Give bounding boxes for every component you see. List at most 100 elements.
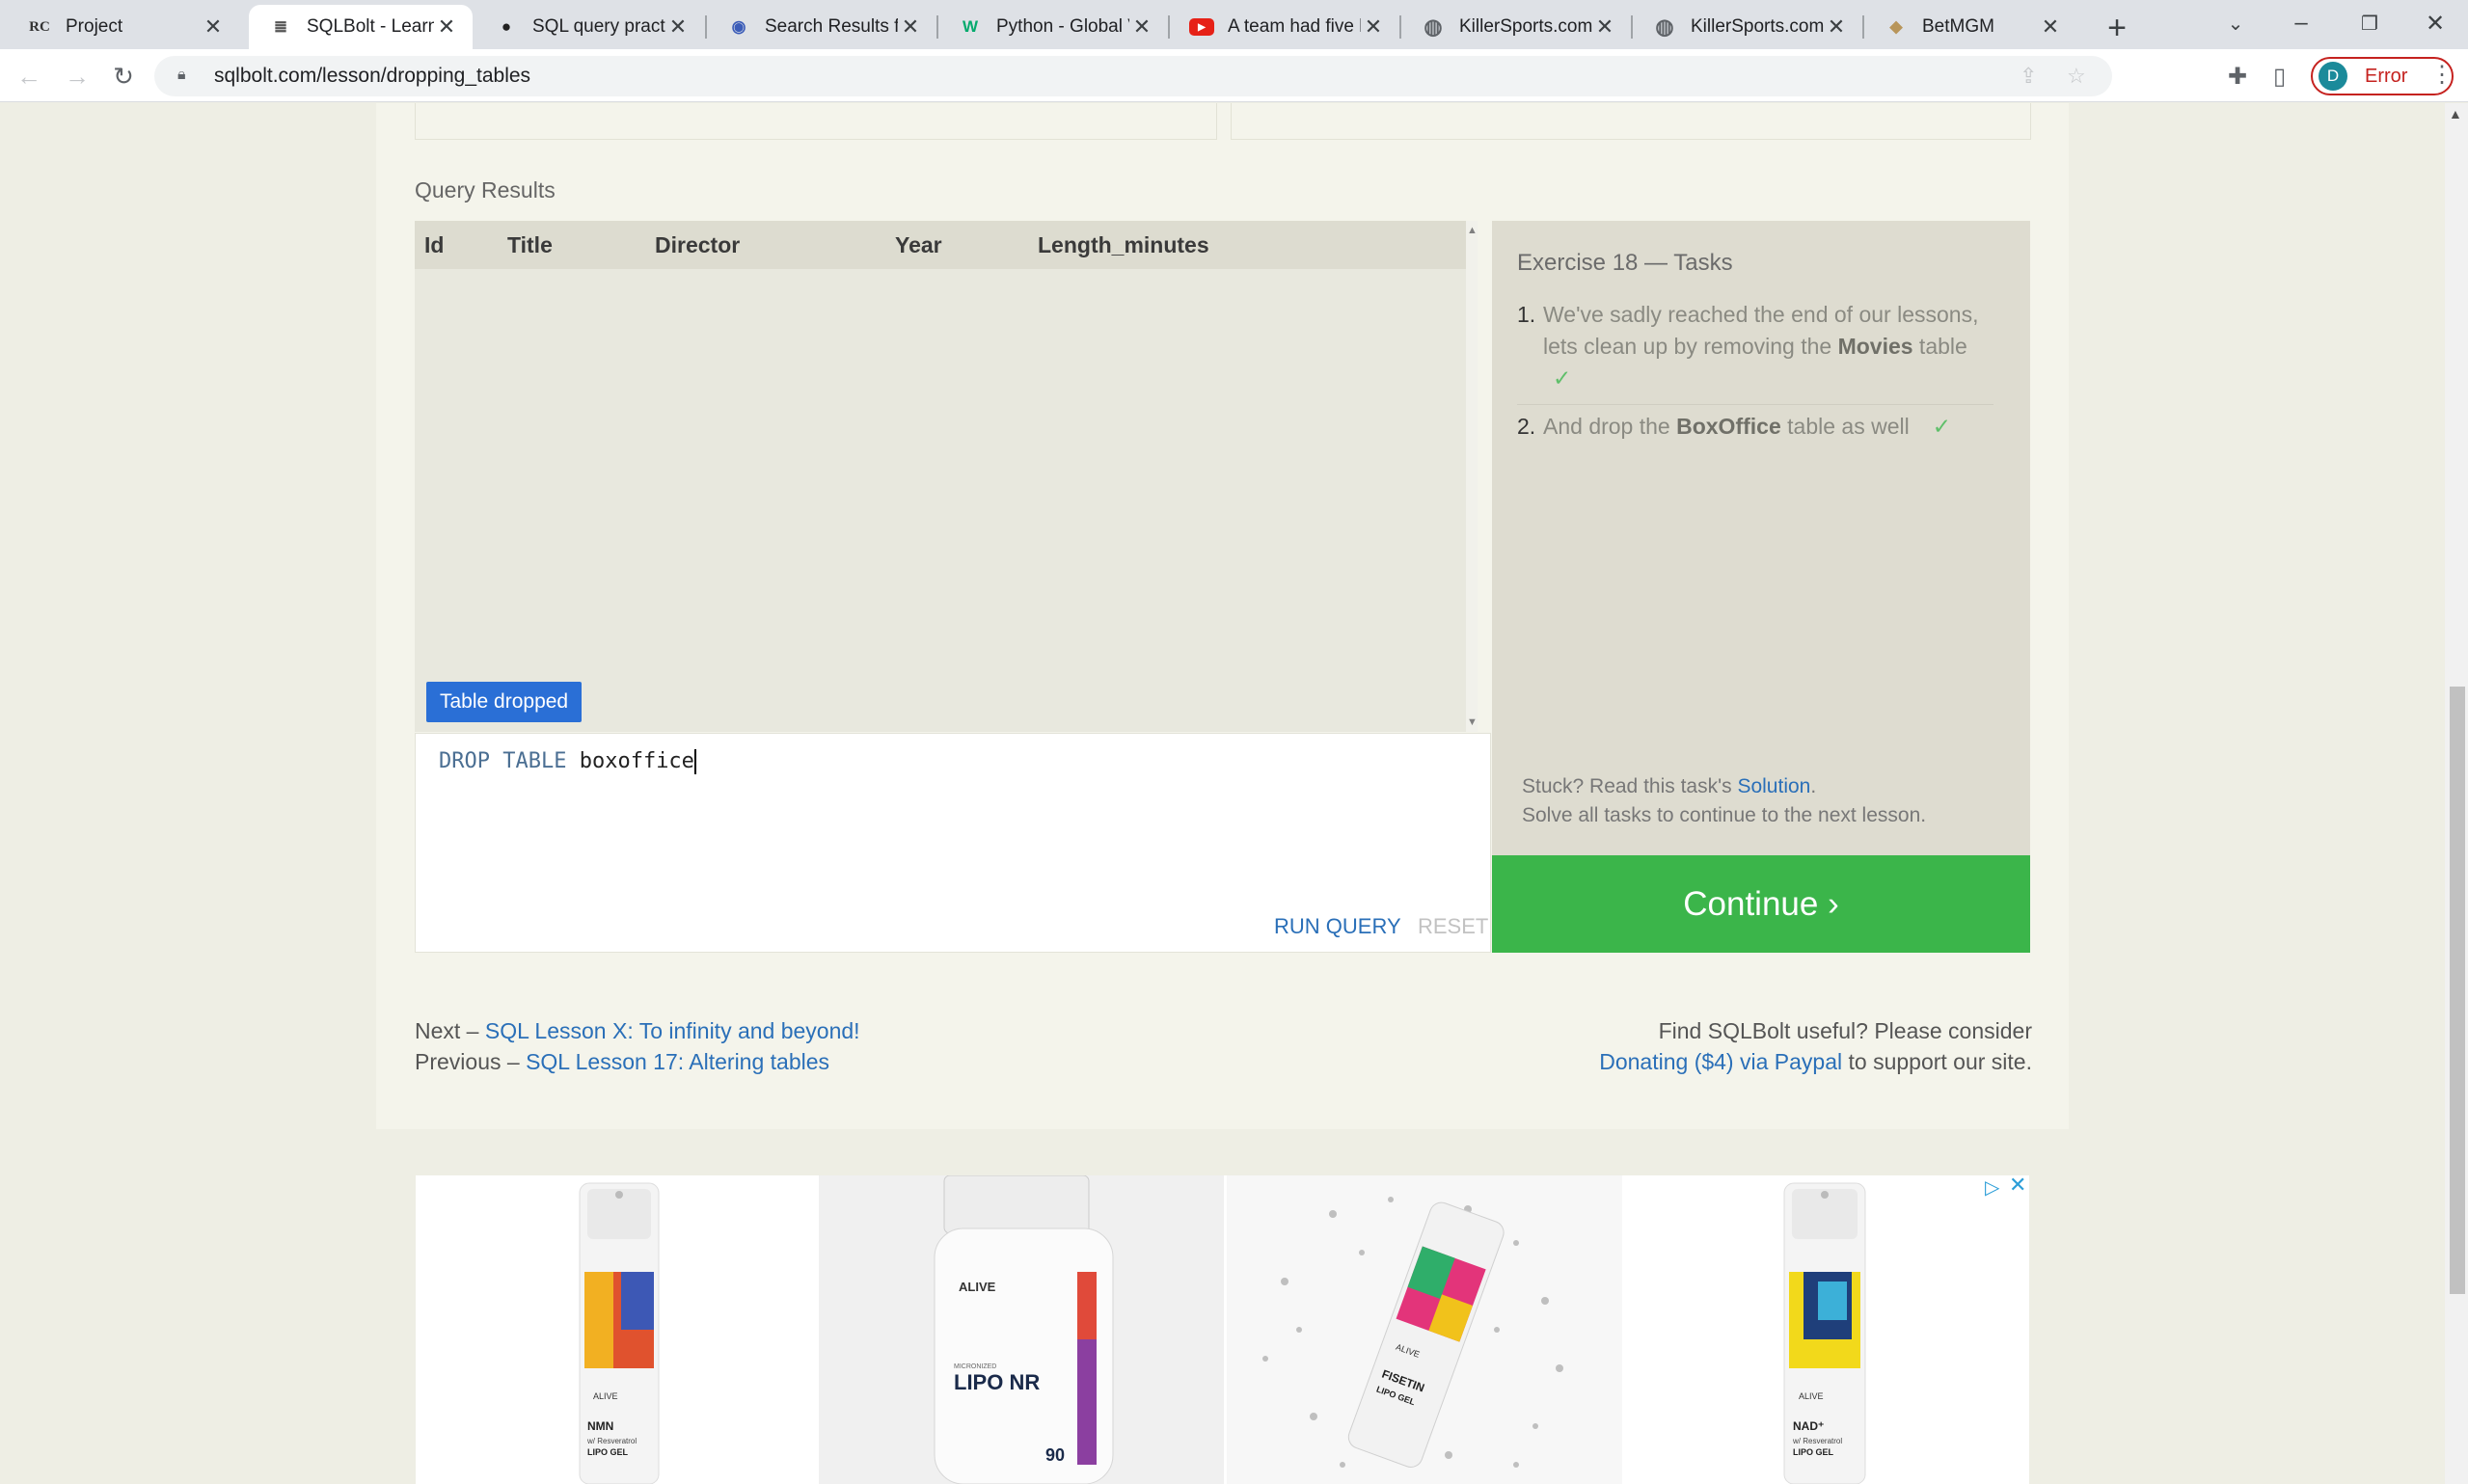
scroll-up-arrow-icon[interactable]: ▲: [2449, 106, 2462, 121]
next-lesson-line: Next – SQL Lesson X: To infinity and bey…: [415, 1018, 860, 1043]
task-number: 2.: [1517, 414, 1536, 439]
database-icon: ≣: [273, 17, 288, 36]
back-icon[interactable]: ←: [12, 59, 46, 94]
close-tab-icon[interactable]: ✕: [1592, 14, 1617, 40]
reset-button[interactable]: RESET: [1418, 914, 1488, 939]
status-badge: Table dropped: [426, 682, 583, 722]
previous-lesson-line: Previous – SQL Lesson 17: Altering table…: [415, 1049, 830, 1074]
restore-icon[interactable]: ❐: [2350, 6, 2389, 40]
product-image: ALIVE FISETIN LIPO GEL: [1262, 1197, 1563, 1468]
close-tab-icon[interactable]: ✕: [1361, 14, 1386, 40]
results-scroll-down-icon[interactable]: ▼: [1467, 716, 1478, 728]
column-header-director: Director: [655, 232, 741, 257]
tab-search-results[interactable]: ◉ Search Results for ✕: [707, 5, 936, 49]
svg-text:LIPO GEL: LIPO GEL: [1793, 1447, 1834, 1457]
solve-note: Solve all tasks to continue to the next …: [1522, 804, 1927, 826]
product-image: ALIVE MICRONIZED LIPO NR 90: [934, 1175, 1114, 1484]
close-tab-icon[interactable]: ✕: [1824, 14, 1849, 40]
url-text: sqlbolt.com/lesson/dropping_tables: [214, 65, 531, 87]
adchoices-icon[interactable]: ▷: [1985, 1175, 1999, 1200]
ad-product-nad[interactable]: ALIVE NAD⁺ w/ Resveratrol LIPO GEL: [1625, 1175, 2029, 1484]
window-close-icon[interactable]: ✕: [2416, 6, 2454, 40]
tab-title: KillerSports.com: [1691, 16, 1824, 37]
results-scrollbar[interactable]: ▲ ▼: [1466, 221, 1478, 732]
sql-code[interactable]: DROP TABLE boxoffice: [439, 747, 696, 776]
forward-icon[interactable]: →: [60, 59, 95, 94]
rc-icon: RC: [29, 18, 50, 35]
close-tab-icon[interactable]: ✕: [1129, 14, 1154, 40]
tab-title: Python - Global Var: [996, 16, 1129, 37]
column-header-length: Length_minutes: [1038, 232, 1209, 257]
extensions-puzzle-icon[interactable]: ✚: [2228, 63, 2247, 91]
address-bar[interactable]: 🔒︎ sqlbolt.com/lesson/dropping_tables ⇪ …: [154, 56, 2112, 96]
tab-python[interactable]: W Python - Global Var ✕: [938, 5, 1168, 49]
product-image: ALIVE NAD⁺ w/ Resveratrol LIPO GEL: [1783, 1182, 1866, 1484]
tab-title: Search Results for: [765, 16, 898, 37]
tasks-panel: Exercise 18 — Tasks 1. We've sadly reach…: [1492, 221, 2030, 855]
tab-title: SQL query practice: [532, 16, 665, 37]
svg-text:90: 90: [1045, 1445, 1065, 1465]
tab-title: BetMGM: [1922, 16, 1994, 37]
lock-icon[interactable]: 🔒︎: [177, 67, 197, 86]
solution-link[interactable]: Solution: [1737, 775, 1810, 797]
donate-link[interactable]: Donating ($4) via Paypal: [1599, 1049, 1842, 1074]
side-panel-icon[interactable]: ▯: [2273, 63, 2286, 91]
checkmark-icon: ✓: [1553, 365, 1572, 391]
column-header-title: Title: [507, 232, 553, 257]
new-tab-button[interactable]: +: [2098, 9, 2136, 47]
svg-text:LIPO NR: LIPO NR: [954, 1370, 1040, 1394]
globe-icon: ◍: [1424, 14, 1443, 39]
bookmark-star-icon[interactable]: ☆: [2067, 64, 2086, 89]
previous-lesson-link[interactable]: SQL Lesson 17: Altering tables: [526, 1049, 829, 1074]
tab-killersports-1[interactable]: ◍ KillerSports.com ✕: [1401, 5, 1631, 49]
text-caret: [693, 749, 696, 774]
next-lesson-link[interactable]: SQL Lesson X: To infinity and beyond!: [485, 1018, 860, 1043]
tab-search-chevron-icon[interactable]: ⌄: [2216, 6, 2255, 40]
svg-text:w/ Resveratrol: w/ Resveratrol: [1792, 1437, 1842, 1445]
close-tab-icon[interactable]: ✕: [2038, 14, 2063, 40]
page-scrollbar-thumb[interactable]: [2450, 687, 2465, 1294]
globe-icon: ◍: [1655, 14, 1674, 39]
reload-icon[interactable]: ↻: [106, 59, 141, 94]
task-divider: [1517, 404, 1993, 405]
sql-identifier: boxoffice: [579, 749, 694, 773]
table-box-left: [415, 103, 1217, 140]
tab-strip: RC Project ✕ ≣ SQLBolt - Learn SQL ✕ ● S…: [0, 0, 2468, 49]
task-text: And drop the BoxOffice table as well ✓: [1543, 414, 1951, 439]
sql-keyword: DROP: [439, 749, 490, 773]
tab-project[interactable]: RC Project ✕: [8, 5, 239, 49]
ad-product-fisetin[interactable]: ALIVE FISETIN LIPO GEL: [1227, 1175, 1622, 1484]
browser-toolbar: ← → ↻ 🔒︎ sqlbolt.com/lesson/dropping_tab…: [0, 49, 2468, 102]
svg-text:NAD⁺: NAD⁺: [1793, 1419, 1824, 1433]
run-query-button[interactable]: RUN QUERY: [1274, 914, 1401, 939]
tab-betmgm[interactable]: ◆ BetMGM ✕: [1864, 5, 2076, 49]
close-tab-icon[interactable]: ✕: [898, 14, 923, 40]
ad-product-lipo-nr[interactable]: ALIVE MICRONIZED LIPO NR 90: [819, 1175, 1224, 1484]
close-tab-icon[interactable]: ✕: [665, 14, 691, 40]
tab-title: A team had five h: [1228, 16, 1361, 37]
avatar: D: [2319, 62, 2347, 91]
sql-keyword: TABLE: [502, 749, 567, 773]
results-scroll-up-icon[interactable]: ▲: [1467, 225, 1478, 236]
w3-icon: W: [962, 17, 979, 36]
tasks-title: Exercise 18 — Tasks: [1517, 250, 1733, 276]
tab-youtube[interactable]: ▶ A team had five h ✕: [1170, 5, 1399, 49]
tab-sqlbolt[interactable]: ≣ SQLBolt - Learn SQL ✕: [249, 5, 473, 49]
column-header-year: Year: [895, 232, 942, 257]
query-results-heading: Query Results: [415, 177, 556, 202]
donate-line: Donating ($4) via Paypal to support our …: [1599, 1049, 2032, 1074]
close-tab-icon[interactable]: ✕: [434, 14, 459, 40]
menu-dots-icon[interactable]: ⋮: [2430, 61, 2454, 89]
svg-text:MICRONIZED: MICRONIZED: [954, 1363, 996, 1370]
advertisement[interactable]: ALIVE NMN w/ Resveratrol LIPO GEL ALIVE …: [416, 1175, 2029, 1484]
share-icon[interactable]: ⇪: [2020, 64, 2037, 89]
product-image: ALIVE NMN w/ Resveratrol LIPO GEL: [579, 1182, 660, 1484]
tab-title: Project: [66, 16, 123, 37]
close-tab-icon[interactable]: ✕: [201, 14, 226, 40]
minimize-icon[interactable]: –: [2282, 6, 2320, 40]
tab-sql-practice[interactable]: ● SQL query practice ✕: [475, 5, 704, 49]
ad-close-icon[interactable]: ✕: [2009, 1173, 2026, 1198]
continue-button[interactable]: Continue ›: [1492, 855, 2030, 953]
ad-product-nmn[interactable]: ALIVE NMN w/ Resveratrol LIPO GEL: [416, 1175, 816, 1484]
tab-killersports-2[interactable]: ◍ KillerSports.com ✕: [1633, 5, 1862, 49]
